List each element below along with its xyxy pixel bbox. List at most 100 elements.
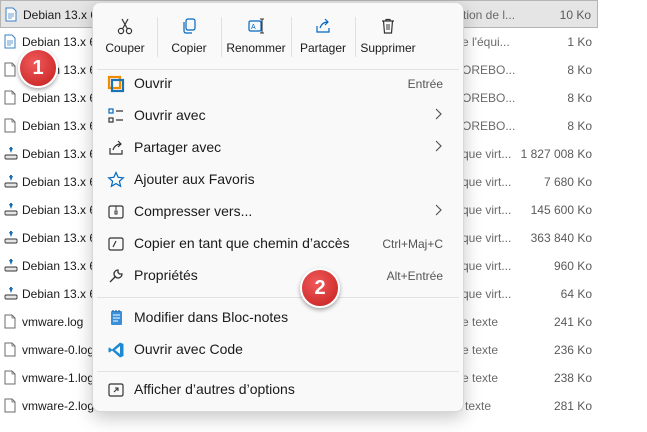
menu-item-label: Compresser vers...: [134, 203, 253, 219]
file-size: 281 Ko: [553, 399, 592, 413]
delete-button[interactable]: Supprimer: [357, 9, 419, 65]
copy-label: Copier: [171, 41, 207, 55]
file-type: OREBO...: [462, 63, 516, 77]
file-name: vmware-2.log: [22, 399, 95, 413]
copy-path-icon: [108, 237, 124, 251]
divider: [291, 17, 292, 57]
divider: [97, 297, 459, 298]
menu-item-add-favorites[interactable]: Ajouter aux Favoris: [97, 165, 459, 195]
menu-item-label: Partager avec: [134, 139, 222, 155]
menu-item-label: Copier en tant que chemin d’accès: [134, 235, 350, 251]
file-size: 363 840 Ko: [530, 231, 592, 245]
file-size: 8 Ko: [567, 63, 592, 77]
file-icon: [4, 62, 16, 77]
menu-item-compress[interactable]: Compresser vers...: [97, 197, 459, 227]
file-name: vmware-0.log: [22, 343, 95, 357]
file-type: e l'équi...: [462, 35, 510, 49]
file-type: e texte: [462, 343, 499, 357]
menu-item-copy-path[interactable]: Copier en tant que chemin d’accès Ctrl+M…: [97, 229, 459, 259]
rename-icon: A: [248, 18, 264, 34]
file-icon: [4, 118, 16, 133]
cut-button[interactable]: Couper: [99, 9, 151, 65]
file-icon: [4, 398, 16, 413]
file-type: e texte: [462, 371, 499, 385]
file-name: Debian 13.x 6: [22, 287, 97, 301]
open-with-icon: [108, 108, 123, 123]
file-type: que virt...: [462, 175, 512, 189]
menu-item-share-with[interactable]: Partager avec: [97, 133, 459, 163]
share-with-icon: [109, 140, 123, 155]
file-name: Debian 13.x 6: [22, 259, 97, 273]
shortcut-label: Entrée: [407, 77, 443, 91]
file-type: que virt...: [462, 203, 512, 217]
cut-label: Couper: [105, 41, 145, 55]
vmdisk-icon: [4, 230, 18, 245]
file-size: 1 Ko: [567, 35, 592, 49]
file-type: OREBO...: [462, 91, 516, 105]
menu-item-label: Ajouter aux Favoris: [134, 171, 255, 187]
step-badge-1: 1: [18, 48, 58, 88]
copy-button[interactable]: Copier: [163, 9, 215, 65]
file-name: Debian 13.x 6: [22, 119, 97, 133]
file-name: Debian 13.x 6: [22, 91, 97, 105]
menu-item-edit-notepad[interactable]: Modifier dans Bloc-notes: [97, 303, 459, 333]
wrench-icon: [109, 269, 123, 283]
scissors-icon: [117, 18, 133, 35]
file-name: vmware.log: [22, 315, 84, 329]
file-name: Debian 13.x 6: [22, 147, 97, 161]
file-icon: [4, 370, 16, 385]
vmdisk-icon: [4, 174, 18, 189]
step-badge-2: 2: [300, 268, 340, 308]
star-icon: [107, 171, 125, 188]
file-icon: [4, 90, 16, 105]
menu-item-properties[interactable]: Propriétés Alt+Entrée: [97, 261, 459, 291]
vmdisk-icon: [4, 146, 18, 161]
menu-item-label: Afficher d’autres d’options: [134, 381, 295, 397]
chevron-right-icon: [435, 204, 442, 216]
shortcut-label: Alt+Entrée: [386, 269, 443, 283]
divider: [355, 17, 356, 57]
file-name: Debian 13.x 6: [22, 175, 97, 189]
copy-icon: [183, 18, 196, 34]
doc-blue-icon: [5, 7, 17, 22]
doc-blue-icon: [4, 34, 16, 49]
svg-text:A: A: [251, 24, 256, 31]
menu-item-open-with[interactable]: Ouvrir avec: [97, 101, 459, 131]
file-name: Debian 13.x 6: [22, 231, 97, 245]
divider: [97, 371, 459, 372]
menu-item-open-code[interactable]: Ouvrir avec Code: [97, 335, 459, 365]
file-size: 7 680 Ko: [543, 175, 592, 189]
file-size: 10 Ko: [559, 8, 591, 22]
file-type: que virt...: [462, 231, 512, 245]
chevron-right-icon: [435, 140, 442, 152]
file-type: e texte: [462, 315, 499, 329]
file-name: Debian 13.x 6: [23, 8, 98, 22]
more-options-icon: [108, 383, 124, 397]
vscode-icon: [108, 342, 124, 358]
menu-item-more-options[interactable]: Afficher d’autres d’options: [97, 375, 459, 405]
file-type: tion de l...: [463, 8, 516, 22]
menu-item-label: Modifier dans Bloc-notes: [134, 309, 289, 325]
file-icon: [4, 342, 16, 357]
file-size: 8 Ko: [567, 91, 592, 105]
menu-item-open[interactable]: Ouvrir Entrée: [97, 69, 459, 99]
file-type: que virt...: [462, 287, 512, 301]
divider: [221, 17, 222, 57]
file-size: 145 600 Ko: [530, 203, 592, 217]
vmdisk-icon: [4, 286, 18, 301]
menu-item-label: Ouvrir avec Code: [134, 341, 243, 357]
share-button[interactable]: Partager: [295, 9, 351, 65]
menu-item-label: Ouvrir: [134, 75, 173, 91]
file-name: Debian 13.x 6: [22, 35, 97, 49]
file-type: que virt...: [462, 147, 512, 161]
file-size: 8 Ko: [567, 119, 592, 133]
context-menu: Couper Copier A Renommer Partager Suppri…: [92, 2, 464, 412]
file-size: 241 Ko: [553, 315, 592, 329]
share-icon: [316, 18, 330, 33]
rename-button[interactable]: A Renommer: [225, 9, 287, 65]
divider: [157, 17, 158, 57]
vmware-icon: [107, 75, 125, 93]
vmdisk-icon: [4, 202, 18, 217]
file-size: 960 Ko: [553, 259, 592, 273]
file-size: 238 Ko: [553, 371, 592, 385]
